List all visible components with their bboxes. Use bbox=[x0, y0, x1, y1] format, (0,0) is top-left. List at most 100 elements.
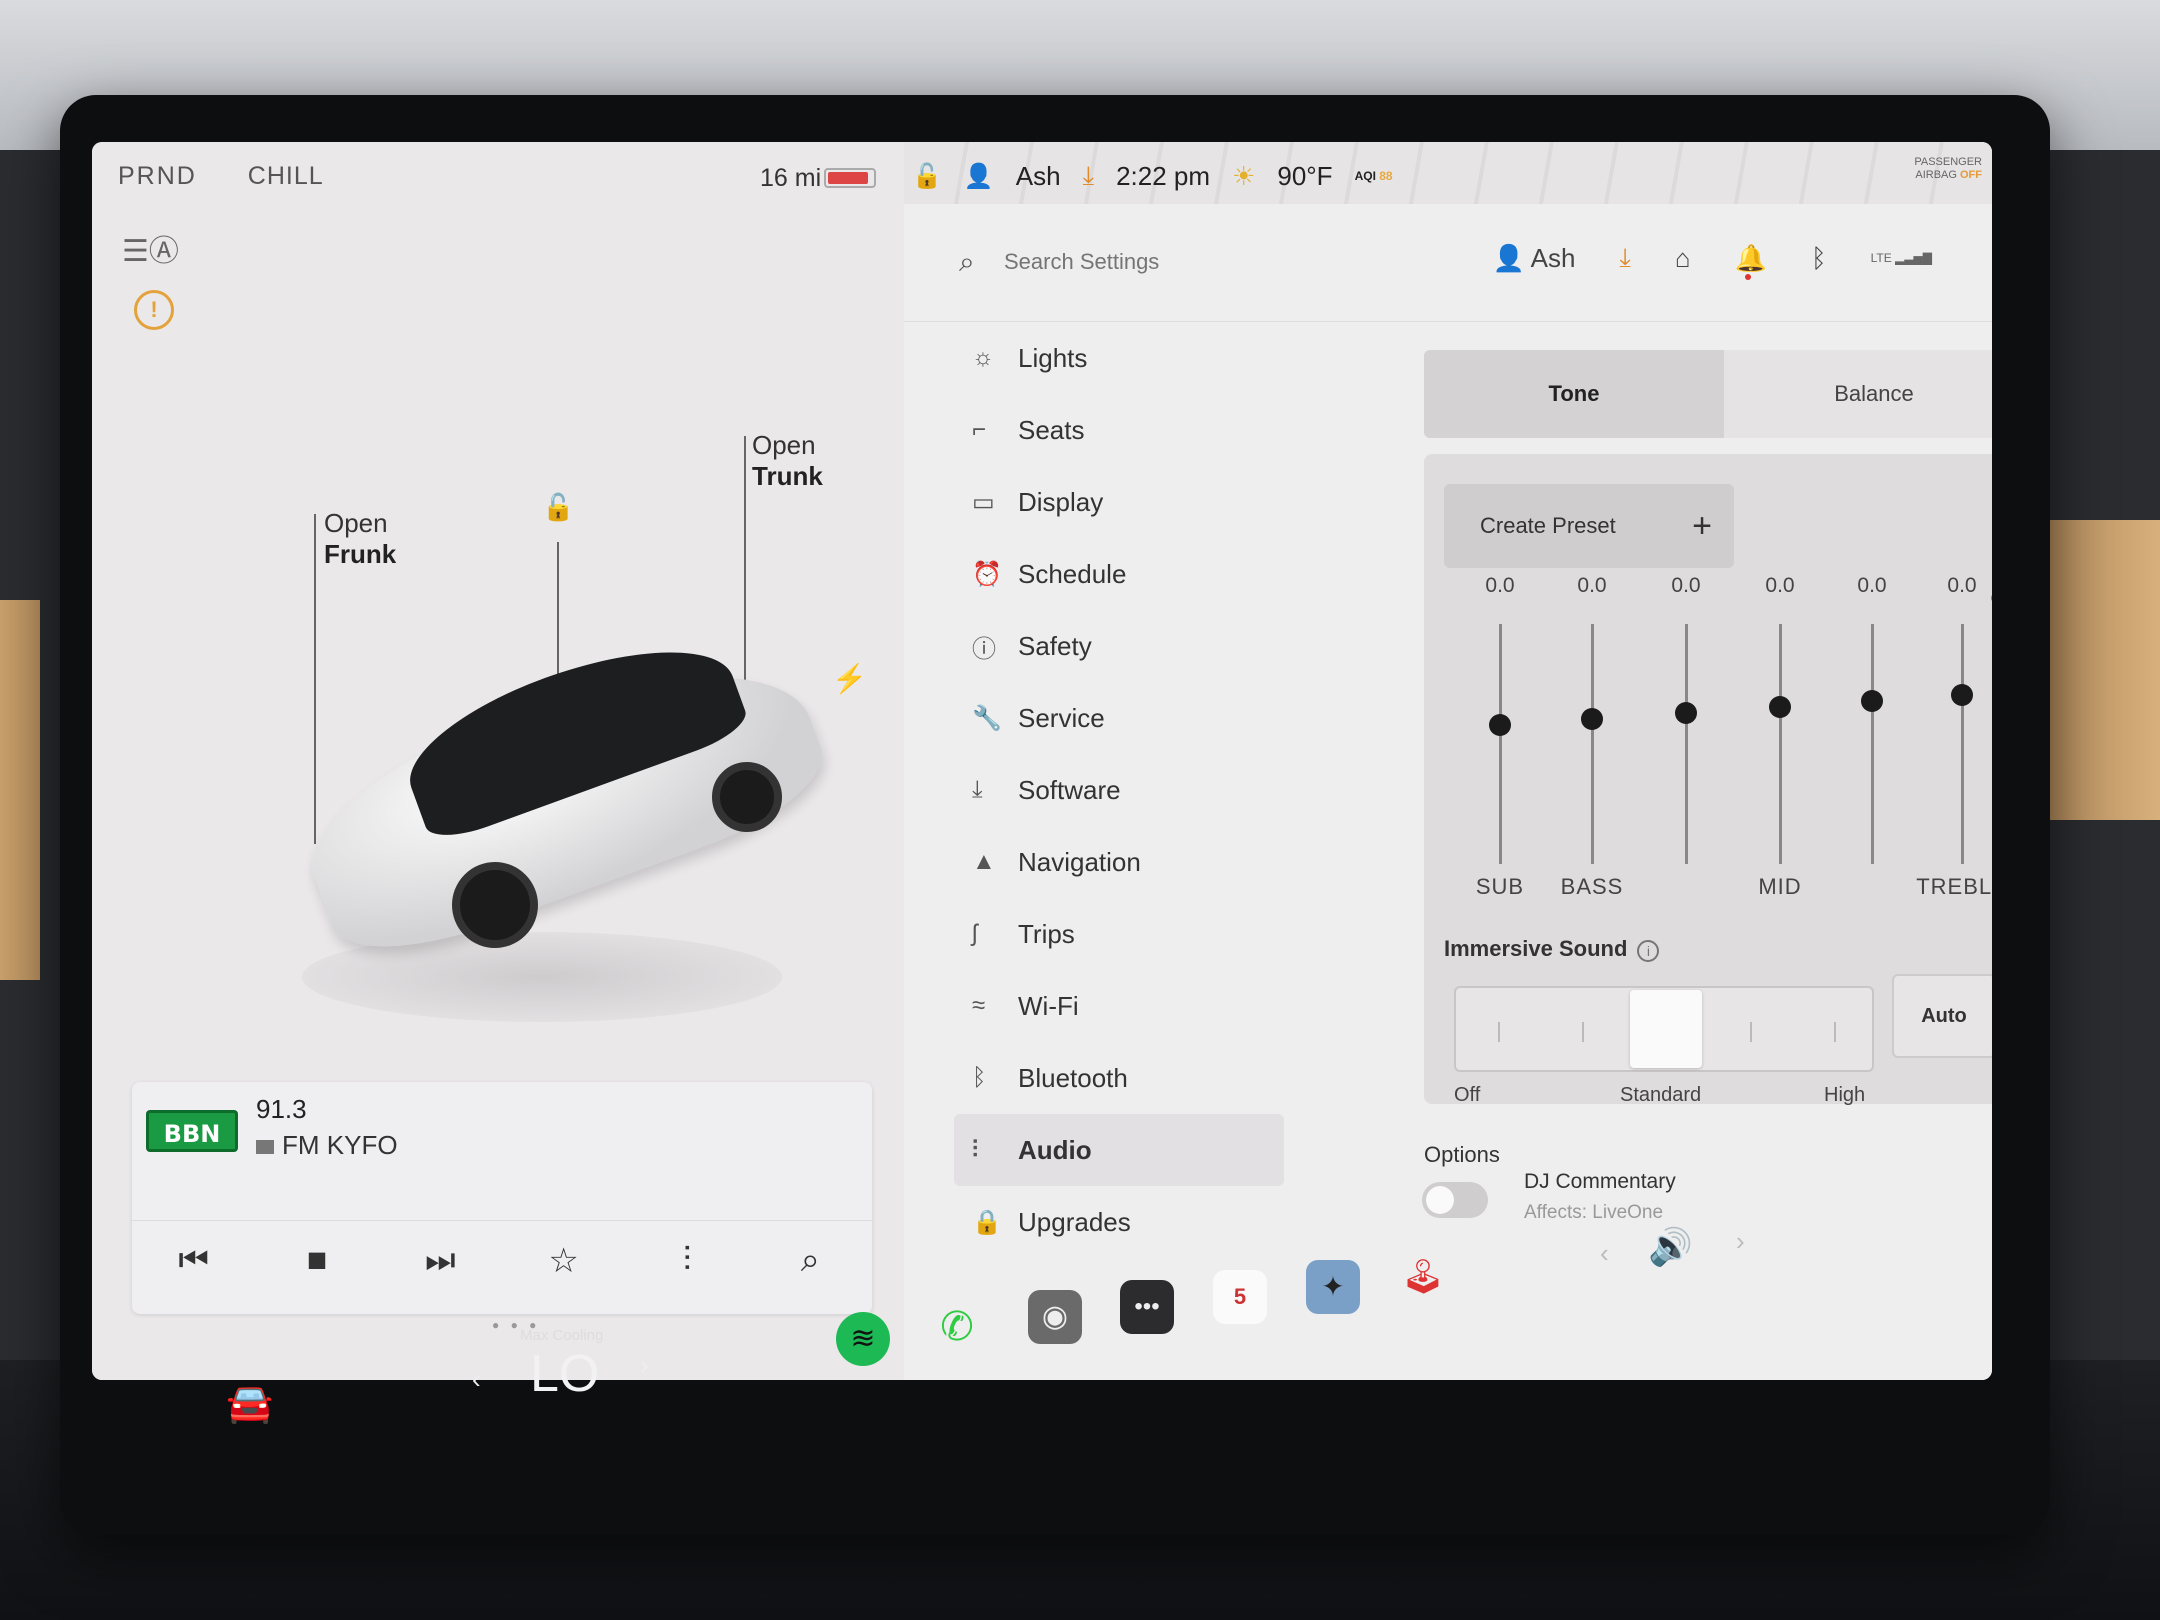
driver-name[interactable]: Ash bbox=[1016, 161, 1061, 192]
car-status-pane: PRND CHILL 16 mi ☰Ⓐ ! Open Frunk 🔓 Open … bbox=[92, 142, 904, 1380]
spotify-icon[interactable]: ≋ bbox=[836, 1312, 890, 1366]
menu-item-bluetooth[interactable]: ᛒ Bluetooth bbox=[954, 1042, 1284, 1114]
search-icon[interactable]: ⌕ bbox=[959, 246, 975, 279]
car-controls-icon[interactable]: 🚘 bbox=[226, 1382, 273, 1426]
favorite-star-icon[interactable]: ☆ bbox=[529, 1241, 599, 1281]
calendar-icon[interactable]: 5 bbox=[1213, 1270, 1267, 1324]
driver-profile-icon[interactable]: 👤 bbox=[964, 162, 994, 191]
immersive-off-caption: Off bbox=[1454, 1084, 1481, 1106]
eq-slider-track[interactable] bbox=[1779, 624, 1782, 864]
immersive-auto-button[interactable]: Auto bbox=[1892, 974, 1992, 1058]
more-apps-icon[interactable]: ••• bbox=[1120, 1280, 1174, 1334]
menu-item-service[interactable]: 🔧 Service bbox=[954, 682, 1284, 754]
station-logo: BBN bbox=[146, 1110, 238, 1152]
aqi-label: AQI bbox=[1354, 169, 1376, 183]
menu-item-label: Bluetooth bbox=[1018, 1062, 1128, 1093]
previous-track-icon[interactable]: ⏮ bbox=[159, 1241, 229, 1280]
dj-commentary-toggle[interactable] bbox=[1422, 1182, 1488, 1218]
eq-slider-track[interactable] bbox=[1685, 624, 1688, 864]
menu-item-trips[interactable]: ʃ Trips bbox=[954, 898, 1284, 970]
create-preset-button[interactable]: Create Preset + bbox=[1444, 484, 1734, 568]
immersive-sound-tick bbox=[1750, 1022, 1752, 1042]
menu-item-display[interactable]: ▭ Display bbox=[954, 466, 1284, 538]
eq-slider-knob[interactable] bbox=[1675, 702, 1697, 724]
audio-tabs: Tone Balance bbox=[1424, 350, 1992, 438]
open-frunk-button[interactable]: Open Frunk bbox=[324, 508, 396, 570]
auto-headlight-icon[interactable]: ☰Ⓐ bbox=[122, 226, 179, 270]
toybox-icon[interactable]: ✦ bbox=[1306, 1260, 1360, 1314]
immersive-sound-slider[interactable] bbox=[1454, 986, 1874, 1072]
immersive-standard-caption: Standard bbox=[1620, 1084, 1702, 1106]
homelink-icon[interactable]: ⌂ bbox=[1675, 243, 1691, 274]
next-track-icon[interactable]: ⏭ bbox=[405, 1241, 475, 1280]
menu-item-seats[interactable]: ⌐ Seats bbox=[954, 394, 1284, 466]
eq-slider-knob[interactable] bbox=[1581, 708, 1603, 730]
airbag-state: OFF bbox=[1960, 169, 1982, 181]
temp-increase-chevron-icon[interactable]: › bbox=[640, 1350, 649, 1381]
volume-up-chevron-icon[interactable]: › bbox=[1736, 1226, 1745, 1257]
eq-value: 0.0 bbox=[1947, 574, 1977, 597]
eq-slider-knob[interactable] bbox=[1489, 714, 1511, 736]
equalizer-card: Create Preset + dB Immersive Soundi Auto… bbox=[1424, 454, 1992, 1106]
header-icons: 👤 Ash ⤓ ⌂ 🔔 ᛒ LTE ▂▃▅▇ bbox=[1492, 242, 1932, 280]
front-wheel bbox=[452, 862, 538, 948]
menu-item-software[interactable]: ⤓ Software bbox=[954, 754, 1284, 826]
plus-icon: + bbox=[1692, 507, 1712, 545]
radio-icon bbox=[256, 1140, 274, 1154]
eq-slider-knob[interactable] bbox=[1951, 684, 1973, 706]
download-icon[interactable]: ⤓ bbox=[1619, 242, 1631, 274]
lte-label: LTE bbox=[1870, 251, 1892, 265]
unlock-icon[interactable]: 🔓 bbox=[542, 492, 574, 523]
eq-slider-track[interactable] bbox=[1499, 624, 1502, 864]
navigation-icon: ▲ bbox=[972, 848, 996, 875]
eq-band-label: TREBLE bbox=[1916, 874, 1992, 899]
volume-icon[interactable]: 🔊 bbox=[1648, 1226, 1693, 1268]
info-icon[interactable]: i bbox=[1637, 940, 1660, 962]
open-trunk-button[interactable]: Open Trunk bbox=[752, 430, 823, 492]
wrench-icon: 🔧 bbox=[972, 704, 1002, 732]
temp-decrease-chevron-icon[interactable]: ‹ bbox=[472, 1364, 481, 1395]
clock: 2:22 pm bbox=[1116, 160, 1211, 191]
tab-balance[interactable]: Balance bbox=[1724, 350, 1992, 438]
arcade-joystick-icon[interactable]: 🕹 bbox=[1396, 1250, 1450, 1304]
menu-item-lights[interactable]: ☼ Lights bbox=[954, 322, 1284, 394]
immersive-sound-tick bbox=[1498, 1022, 1500, 1042]
menu-item-audio[interactable]: ⫶ Audio bbox=[954, 1114, 1284, 1186]
tab-tone[interactable]: Tone bbox=[1424, 350, 1724, 438]
display-icon: ▭ bbox=[972, 488, 995, 516]
volume-down-chevron-icon[interactable]: ‹ bbox=[1600, 1238, 1609, 1269]
menu-item-upgrades[interactable]: 🔒 Upgrades bbox=[954, 1186, 1284, 1258]
weather-sun-icon: ☀ bbox=[1232, 160, 1256, 191]
eq-slider-knob[interactable] bbox=[1769, 696, 1791, 718]
bluetooth-icon[interactable]: ᛒ bbox=[1811, 243, 1827, 274]
menu-item-navigation[interactable]: ▲ Navigation bbox=[954, 826, 1284, 898]
menu-item-schedule[interactable]: ⏰ Schedule bbox=[954, 538, 1284, 610]
cabin-temperature[interactable]: LO bbox=[530, 1344, 599, 1404]
menu-item-label: Schedule bbox=[1018, 558, 1127, 589]
tire-pressure-warning-icon[interactable]: ! bbox=[134, 290, 174, 330]
immersive-sound-thumb[interactable] bbox=[1630, 990, 1702, 1068]
eq-slider-track[interactable] bbox=[1871, 624, 1874, 864]
immersive-sound-label: Immersive Sound i bbox=[1444, 936, 1660, 962]
lock-status-icon[interactable]: 🔓 bbox=[912, 162, 942, 191]
menu-item-wi-fi[interactable]: ≈ Wi-Fi bbox=[954, 970, 1284, 1042]
create-preset-label: Create Preset bbox=[1480, 513, 1616, 538]
notification-bell-icon[interactable]: 🔔 bbox=[1735, 243, 1767, 280]
search-settings-input[interactable] bbox=[1004, 242, 1404, 282]
camera-icon[interactable]: ◉ bbox=[1028, 1290, 1082, 1344]
menu-item-label: Audio bbox=[1018, 1134, 1092, 1165]
eq-slider-track[interactable] bbox=[1591, 624, 1594, 864]
immersive-sound-tick bbox=[1582, 1022, 1584, 1042]
eq-slider-knob[interactable] bbox=[1861, 690, 1883, 712]
equalizer-icon[interactable]: ⫶ bbox=[652, 1241, 722, 1280]
search-media-icon[interactable]: ⌕ bbox=[775, 1241, 845, 1280]
schedule-icon: ⏰ bbox=[972, 560, 1002, 588]
phone-icon[interactable]: ✆ bbox=[930, 1300, 984, 1354]
eq-slider-track[interactable] bbox=[1961, 624, 1964, 864]
settings-header: ⌕ 👤 Ash ⤓ ⌂ 🔔 ᛒ LTE ▂▃▅▇ bbox=[904, 204, 1992, 322]
audio-panel: ToneBalance Create Preset + dB Immersive… bbox=[1424, 350, 1992, 1106]
stop-icon[interactable]: ■ bbox=[282, 1241, 352, 1280]
profile-button[interactable]: 👤 Ash bbox=[1492, 243, 1575, 274]
menu-item-safety[interactable]: ⓘ Safety bbox=[954, 610, 1284, 682]
software-update-icon[interactable]: ⤓ bbox=[1083, 160, 1095, 192]
